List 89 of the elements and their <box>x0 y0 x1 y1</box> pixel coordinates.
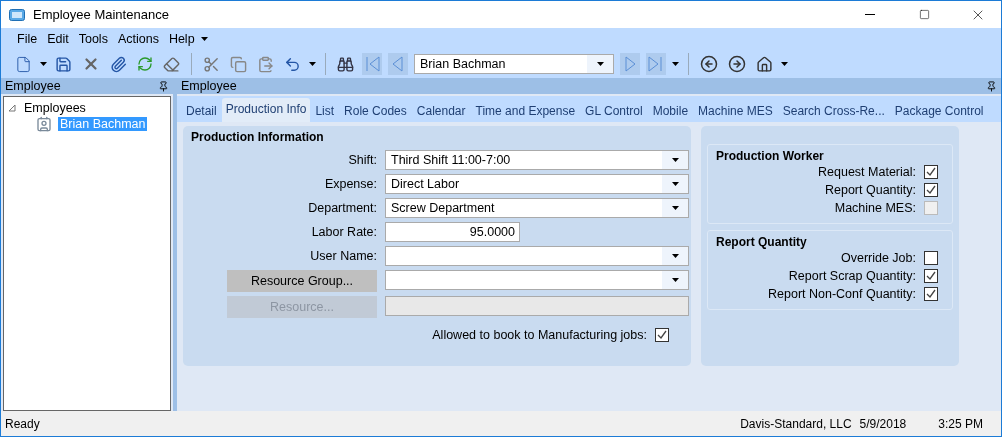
clipboard-icon <box>257 55 274 73</box>
tab[interactable]: Machine MES <box>693 101 778 122</box>
record-combo[interactable]: Brian Bachman <box>414 54 614 74</box>
checkbox[interactable] <box>924 287 938 301</box>
tab[interactable]: GL Control <box>580 101 648 122</box>
checkbox-label: Report Quantity: <box>825 183 916 197</box>
caret-icon <box>309 62 316 66</box>
expand-icon[interactable] <box>8 104 16 112</box>
document-icon <box>15 55 32 73</box>
panel-title: Employee <box>181 79 237 93</box>
panel-title: Employee <box>5 79 61 93</box>
dropdown-field[interactable] <box>385 246 689 266</box>
status-company: Davis-Standard, LLC <box>740 416 852 431</box>
checkbox[interactable] <box>924 183 938 197</box>
back-button[interactable] <box>698 53 720 75</box>
menu-item[interactable]: Edit <box>43 30 73 48</box>
dropdown-field[interactable] <box>385 270 689 290</box>
checkbox-label: Report Non-Conf Quantity: <box>768 287 916 301</box>
undo-icon <box>284 55 301 73</box>
first-arrow-icon <box>364 56 380 72</box>
tab[interactable]: Time and Expense <box>470 101 581 122</box>
dropdown-field[interactable]: Screw Department <box>385 198 689 218</box>
tab[interactable]: List <box>310 101 340 122</box>
tab[interactable]: Production Info <box>221 98 311 122</box>
caret-icon <box>672 62 679 66</box>
status-message: Ready <box>5 416 41 431</box>
maximize-icon <box>918 9 930 20</box>
pin-icon[interactable] <box>158 80 169 92</box>
tab[interactable]: Calendar <box>411 101 471 122</box>
menu-item[interactable]: Actions <box>113 30 163 48</box>
dropdown-field[interactable]: Direct Labor <box>385 174 689 194</box>
save-icon <box>55 55 72 73</box>
menu-item[interactable]: File <box>13 30 42 48</box>
caret-icon <box>671 206 679 210</box>
next-arrow-icon <box>624 56 636 72</box>
tab[interactable]: Detail <box>181 101 222 122</box>
checkbox[interactable] <box>655 328 669 342</box>
caret-icon <box>200 37 208 41</box>
caret-icon <box>671 278 679 282</box>
app-icon <box>9 8 25 21</box>
field-label: Department: <box>307 201 377 215</box>
tab[interactable]: Search Cross-Re... <box>777 101 890 122</box>
checkbox-label: Machine MES: <box>834 201 916 215</box>
binoculars-icon <box>337 55 354 73</box>
checkbox[interactable] <box>924 251 938 265</box>
field-label: User Name: <box>309 249 377 263</box>
delete-icon <box>82 55 100 73</box>
minimize-icon <box>865 14 875 15</box>
tree-item[interactable]: Employees <box>22 101 88 115</box>
input-field[interactable]: 95.0000 <box>385 222 520 242</box>
checkbox-label: Allowed to book to Manufacturing jobs: <box>432 328 647 342</box>
field-label: Expense: <box>323 177 377 191</box>
last-arrow-icon <box>648 56 664 72</box>
caret-icon <box>40 62 47 66</box>
caret-icon <box>671 158 679 162</box>
pin-icon[interactable] <box>986 80 997 92</box>
tab[interactable]: Role Codes <box>339 101 412 122</box>
checkbox[interactable] <box>924 269 938 283</box>
dropdown-field[interactable]: Third Shift 11:00-7:00 <box>385 150 689 170</box>
checkbox[interactable] <box>924 165 938 179</box>
refresh-icon <box>137 56 153 72</box>
field-label: Shift: <box>347 153 377 167</box>
eraser-icon <box>163 55 180 73</box>
menu-item[interactable]: Tools <box>74 30 112 48</box>
checkbox-label: Override Job: <box>840 251 916 265</box>
status-time: 3:25 PM <box>938 416 983 431</box>
group-title: Production Worker <box>716 149 825 163</box>
caret-icon <box>671 182 679 186</box>
caret-icon <box>671 254 679 258</box>
paperclip-icon <box>110 55 127 73</box>
home-icon <box>756 55 773 73</box>
caret-icon <box>781 62 788 66</box>
copy-icon <box>230 55 247 73</box>
window-title: Employee Maintenance <box>33 7 170 22</box>
scissors-icon <box>203 55 220 73</box>
field-label: Labor Rate: <box>310 225 377 239</box>
status-date: 5/9/2018 <box>859 416 907 431</box>
checkbox-label: Request Material: <box>818 165 916 179</box>
forward-button[interactable] <box>726 53 748 75</box>
previous-arrow-icon <box>392 56 404 72</box>
checkbox-label: Report Scrap Quantity: <box>788 269 916 283</box>
employee-card-icon <box>36 116 52 132</box>
lookup-button[interactable]: Resource Group... <box>227 270 377 292</box>
tab[interactable]: Mobile <box>647 101 694 122</box>
group-title: Report Quantity <box>716 235 808 249</box>
group-title: Production Information <box>191 130 325 144</box>
caret-icon <box>596 62 604 66</box>
tab[interactable]: Package Control <box>889 101 989 122</box>
menu-item[interactable]: Help <box>164 30 199 48</box>
